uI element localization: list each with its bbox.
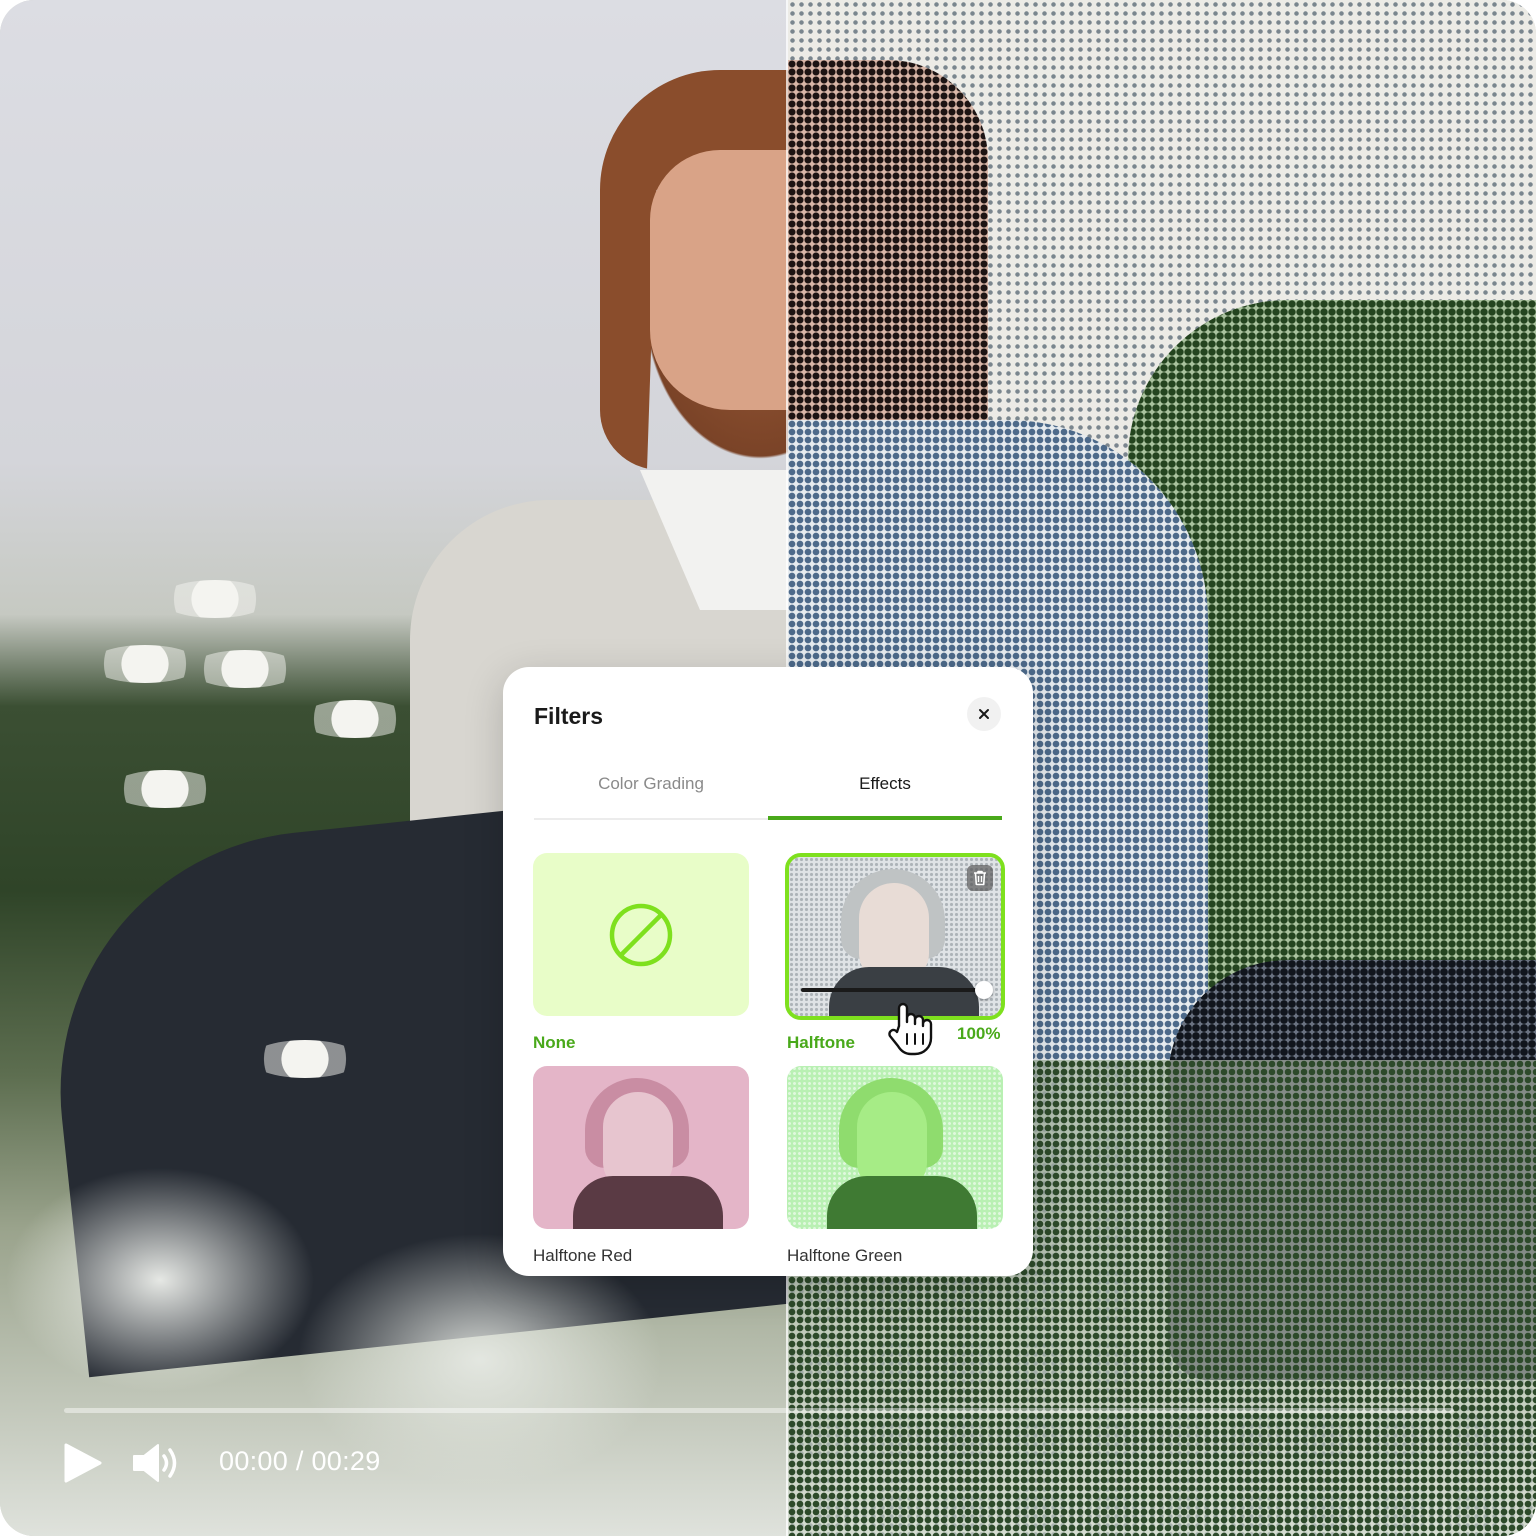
flower [300, 700, 410, 738]
video-canvas: 00:00 / 00:29 Filters Color Grading Effe… [0, 0, 1536, 1536]
tab-color-grading[interactable]: Color Grading [534, 774, 768, 794]
filter-none[interactable]: None [533, 853, 749, 1053]
tab-effects[interactable]: Effects [768, 774, 1002, 794]
filter-tabs: Color Grading Effects [534, 762, 1002, 820]
flower [110, 770, 220, 808]
volume-icon [133, 1444, 177, 1482]
filter-thumbnail [533, 1066, 749, 1229]
intensity-slider-track[interactable] [801, 988, 985, 992]
volume-button[interactable] [130, 1440, 186, 1486]
filter-halftone-red[interactable]: Halftone Red [533, 1066, 749, 1266]
filter-label: None [533, 1033, 576, 1052]
filter-label: Halftone Green [787, 1246, 903, 1265]
time-separator: / [288, 1446, 312, 1476]
close-icon [979, 709, 989, 719]
play-icon [64, 1443, 102, 1483]
progress-bar[interactable] [64, 1408, 1454, 1413]
intensity-slider-thumb[interactable] [975, 981, 993, 999]
halftone-hair [788, 60, 988, 480]
time-display: 00:00 / 00:29 [219, 1446, 381, 1477]
flower [90, 645, 200, 683]
play-button[interactable] [60, 1440, 106, 1486]
close-button[interactable] [967, 697, 1001, 731]
intensity-value: 100% [957, 1024, 1001, 1043]
current-time: 00:00 [219, 1446, 289, 1476]
panel-title: Filters [534, 703, 604, 729]
trash-icon [974, 870, 986, 886]
filters-panel: Filters Color Grading Effects None Halft… [503, 667, 1033, 1276]
portrait-jacket [573, 1176, 723, 1229]
selected-outline [785, 853, 1005, 1020]
portrait-jacket [827, 1176, 977, 1229]
remove-filter-button[interactable] [967, 865, 993, 891]
flower [190, 650, 300, 688]
filter-thumbnail [787, 1066, 1003, 1229]
face [650, 150, 788, 410]
flower [160, 580, 270, 618]
filter-halftone-green[interactable]: Halftone Green [787, 1066, 1003, 1266]
filter-label: Halftone Red [533, 1246, 633, 1265]
filter-thumbnail [533, 853, 749, 1016]
duration: 00:29 [311, 1446, 381, 1476]
hand-cursor-icon [888, 1002, 933, 1056]
filter-label: Halftone [787, 1033, 855, 1052]
active-tab-indicator [768, 816, 1002, 820]
no-filter-icon [609, 903, 673, 966]
